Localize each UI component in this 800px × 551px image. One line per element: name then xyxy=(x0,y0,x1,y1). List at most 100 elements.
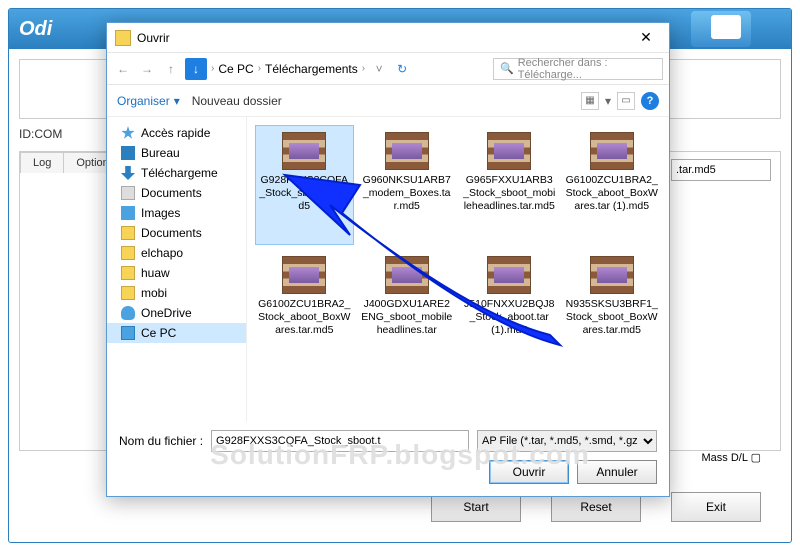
filename-input[interactable] xyxy=(211,430,469,452)
file-name: J400GDXU1ARE2ENG_sboot_mobileheadlines.t… xyxy=(361,298,454,337)
file-item[interactable]: G6100ZCU1BRA2_Stock_aboot_BoxWares.tar (… xyxy=(563,125,662,245)
sidebar-item-3[interactable]: Documents xyxy=(107,183,246,203)
sidebar-item-7[interactable]: huaw xyxy=(107,263,246,283)
ic-doc xyxy=(121,186,135,200)
archive-icon xyxy=(590,132,634,170)
file-item[interactable]: N935SKSU3BRF1_Stock_sboot_BoxWares.tar.m… xyxy=(563,249,662,369)
file-name: G960NKSU1ARB7_modem_Boxes.tar.md5 xyxy=(361,174,454,213)
refresh-icon[interactable]: ↻ xyxy=(393,62,411,76)
close-icon[interactable]: ✕ xyxy=(631,29,661,46)
chevron-right-icon: › xyxy=(362,63,365,74)
organize-button[interactable]: Organiser ▾ xyxy=(117,94,180,108)
ic-img xyxy=(121,206,135,220)
recent-icon[interactable]: ↓ xyxy=(185,58,207,80)
file-name: J510FNXXU2BQJ8_Stock_aboot.tar (1).md5 xyxy=(463,298,556,337)
sidebar-item-label: Accès rapide xyxy=(141,126,210,140)
sidebar-item-0[interactable]: Accès rapide xyxy=(107,123,246,143)
archive-icon xyxy=(487,256,531,294)
file-name: G6100ZCU1BRA2_Stock_aboot_BoxWares.tar (… xyxy=(566,174,659,213)
dialog-toolbar: Organiser ▾ Nouveau dossier ▦ ▾ ▭ ? xyxy=(107,85,669,117)
file-item[interactable]: G965FXXU1ARB3_Stock_sboot_mobileheadline… xyxy=(460,125,559,245)
sidebar-item-label: Téléchargeme xyxy=(141,166,218,180)
sidebar-item-9[interactable]: OneDrive xyxy=(107,303,246,323)
file-item[interactable]: G928FXXS3CQFA_Stock_sboot.tar.md5 xyxy=(255,125,354,245)
file-open-dialog: Ouvrir ✕ ← → ↑ ↓ › Ce PC › Téléchargemen… xyxy=(106,22,670,497)
archive-icon xyxy=(385,256,429,294)
download-icon xyxy=(711,15,741,39)
sidebar-item-4[interactable]: Images xyxy=(107,203,246,223)
ic-dl xyxy=(121,166,135,180)
archive-icon xyxy=(282,256,326,294)
up-icon[interactable]: ↑ xyxy=(161,59,181,79)
chevron-down-icon[interactable]: ▾ xyxy=(605,94,611,108)
back-icon[interactable]: ← xyxy=(113,59,133,79)
sidebar-item-label: huaw xyxy=(141,266,170,280)
file-name: G965FXXU1ARB3_Stock_sboot_mobileheadline… xyxy=(463,174,556,213)
file-name: N935SKSU3BRF1_Stock_sboot_BoxWares.tar.m… xyxy=(566,298,659,337)
view-icon[interactable]: ▦ xyxy=(581,92,599,110)
odin-right-panel: .tar.md5 xyxy=(671,159,771,181)
sidebar-item-label: OneDrive xyxy=(141,306,192,320)
breadcrumb[interactable]: Ce PC › Téléchargements › xyxy=(218,62,365,76)
ic-pc xyxy=(121,326,135,340)
ic-folder xyxy=(121,226,135,240)
dialog-titlebar: Ouvrir ✕ xyxy=(107,23,669,53)
ic-folder xyxy=(121,266,135,280)
file-item[interactable]: G960NKSU1ARB7_modem_Boxes.tar.md5 xyxy=(358,125,457,245)
file-name: G6100ZCU1BRA2_Stock_aboot_BoxWares.tar.m… xyxy=(258,298,351,337)
filename-label: Nom du fichier : xyxy=(119,434,203,448)
chevron-down-icon: ▾ xyxy=(174,94,180,108)
filetype-select[interactable]: AP File (*.tar, *.md5, *.smd, *.gz xyxy=(477,430,657,452)
ic-cloud xyxy=(121,306,135,320)
ic-star xyxy=(121,126,135,140)
search-placeholder: Rechercher dans : Télécharge... xyxy=(518,57,656,81)
sidebar-item-10[interactable]: Ce PC xyxy=(107,323,246,343)
archive-icon xyxy=(282,132,326,170)
archive-icon xyxy=(385,132,429,170)
sidebar-item-label: Bureau xyxy=(141,146,180,160)
cancel-button[interactable]: Annuler xyxy=(577,460,657,484)
file-item[interactable]: J510FNXXU2BQJ8_Stock_aboot.tar (1).md5 xyxy=(460,249,559,369)
file-item[interactable]: G6100ZCU1BRA2_Stock_aboot_BoxWares.tar.m… xyxy=(255,249,354,369)
dropdown-icon[interactable]: ˅ xyxy=(369,59,389,79)
sidebar: Accès rapide Bureau Téléchargeme Documents I… xyxy=(107,117,247,422)
open-button[interactable]: Ouvrir xyxy=(489,460,569,484)
archive-icon xyxy=(590,256,634,294)
exit-button[interactable]: Exit xyxy=(671,492,761,522)
sidebar-item-6[interactable]: elchapo xyxy=(107,243,246,263)
dialog-title: Ouvrir xyxy=(137,31,170,45)
dialog-footer: Nom du fichier : AP File (*.tar, *.md5, … xyxy=(107,422,669,496)
tab-log[interactable]: Log xyxy=(20,152,64,173)
sidebar-item-label: elchapo xyxy=(141,246,183,260)
ap-file-field[interactable]: .tar.md5 xyxy=(671,159,771,181)
sidebar-item-1[interactable]: Bureau xyxy=(107,143,246,163)
file-name: G928FXXS3CQFA_Stock_sboot.tar.md5 xyxy=(258,174,351,213)
file-item[interactable]: J400GDXU1ARE2ENG_sboot_mobileheadlines.t… xyxy=(358,249,457,369)
preview-icon[interactable]: ▭ xyxy=(617,92,635,110)
ic-folder xyxy=(121,286,135,300)
sidebar-item-8[interactable]: mobi xyxy=(107,283,246,303)
sidebar-item-label: Ce PC xyxy=(141,326,176,340)
crumb-downloads[interactable]: Téléchargements xyxy=(265,62,358,76)
folder-icon xyxy=(115,30,131,46)
archive-icon xyxy=(487,132,531,170)
ic-folder xyxy=(121,246,135,260)
sidebar-item-label: Documents xyxy=(141,226,202,240)
ic-desktop xyxy=(121,146,135,160)
search-input[interactable]: 🔍 Rechercher dans : Télécharge... xyxy=(493,58,663,80)
help-icon[interactable]: ? xyxy=(641,92,659,110)
new-folder-button[interactable]: Nouveau dossier xyxy=(192,94,282,108)
sidebar-item-5[interactable]: Documents xyxy=(107,223,246,243)
sidebar-item-2[interactable]: Téléchargeme xyxy=(107,163,246,183)
dialog-nav: ← → ↑ ↓ › Ce PC › Téléchargements › ˅ ↻ … xyxy=(107,53,669,85)
sidebar-item-label: Images xyxy=(141,206,180,220)
crumb-cepc[interactable]: Ce PC xyxy=(218,62,253,76)
sidebar-item-label: mobi xyxy=(141,286,167,300)
mass-dl-label[interactable]: Mass D/L ▢ xyxy=(702,451,762,464)
sidebar-item-label: Documents xyxy=(141,186,202,200)
file-grid: G928FXXS3CQFA_Stock_sboot.tar.md5 G960NKS… xyxy=(247,117,669,422)
chevron-right-icon: › xyxy=(211,63,214,74)
odin-title: Odi xyxy=(19,18,52,41)
forward-icon[interactable]: → xyxy=(137,59,157,79)
search-icon: 🔍 xyxy=(500,62,514,75)
